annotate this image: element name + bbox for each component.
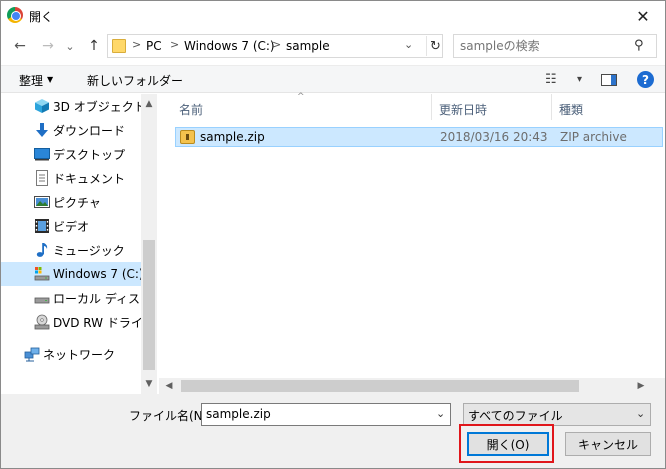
- dialog-footer: ファイル名(N): sample.zip ⌄ すべてのファイル ⌄ 開く(O) …: [1, 394, 665, 468]
- sidebar-item-pictures[interactable]: ピクチャ: [1, 190, 141, 214]
- view-options-icon[interactable]: ☷: [545, 72, 557, 87]
- address-dropdown-icon[interactable]: ⌄: [404, 38, 413, 51]
- scroll-right-icon[interactable]: ▶: [633, 378, 649, 394]
- back-button[interactable]: ←: [11, 37, 29, 55]
- sidebar-item-label: ローカル ディスク (D: [53, 291, 141, 306]
- sidebar-item-3d-objects[interactable]: 3D オブジェクト: [1, 94, 141, 118]
- sidebar-item-network[interactable]: ネットワーク: [1, 342, 141, 366]
- sidebar-item-dvd-drive[interactable]: DVD RW ドライブ (: [1, 310, 141, 334]
- column-header-name[interactable]: 名前: [179, 101, 203, 118]
- recent-locations-button[interactable]: ⌄: [61, 37, 79, 55]
- sidebar-item-label: 3D オブジェクト: [53, 99, 141, 114]
- cube-3d-icon: [34, 98, 50, 114]
- download-arrow-icon: [34, 122, 50, 138]
- sidebar-item-videos[interactable]: ビデオ: [1, 214, 141, 238]
- sidebar-item-label: ミュージック: [53, 243, 125, 258]
- table-row[interactable]: sample.zip 2018/03/16 20:43 ZIP archive: [175, 127, 663, 147]
- search-icon: ⚲: [634, 38, 644, 53]
- file-modified: 2018/03/16 20:43: [440, 130, 548, 144]
- filetype-value: すべてのファイル: [468, 409, 563, 423]
- scroll-up-icon[interactable]: ▲: [141, 96, 157, 112]
- folder-icon: [112, 39, 126, 53]
- sidebar-item-label: ネットワーク: [43, 347, 116, 362]
- open-button[interactable]: 開く(O): [467, 432, 549, 456]
- dvd-drive-icon: [34, 314, 50, 330]
- file-list-scroll-thumb[interactable]: [181, 380, 579, 392]
- breadcrumb-pc[interactable]: PC: [146, 39, 162, 53]
- open-file-dialog: 開く ✕ ← → ⌄ ↑ > PC > Windows 7 (C:) > sam…: [0, 0, 666, 469]
- command-toolbar: 整理 ▼ 新しいフォルダー ☷ ▾ ?: [1, 65, 665, 93]
- sidebar-item-label: Windows 7 (C:): [53, 267, 141, 281]
- filename-value: sample.zip: [206, 407, 271, 421]
- navigation-scroll-thumb[interactable]: [143, 240, 155, 370]
- close-button[interactable]: ✕: [621, 1, 665, 31]
- view-caret-icon[interactable]: ▾: [577, 74, 582, 85]
- filetype-dropdown-icon: ⌄: [636, 407, 646, 420]
- filename-dropdown-icon[interactable]: ⌄: [436, 407, 445, 420]
- sidebar-item-desktop[interactable]: デスクトップ: [1, 142, 141, 166]
- scroll-left-icon[interactable]: ◀: [161, 378, 177, 394]
- organize-button[interactable]: 整理: [19, 72, 43, 89]
- system-drive-icon: [34, 266, 50, 282]
- search-box[interactable]: ⚲: [453, 34, 657, 58]
- file-type: ZIP archive: [560, 130, 627, 144]
- document-icon: [34, 170, 50, 186]
- zip-file-icon: [180, 130, 195, 144]
- column-divider[interactable]: [431, 94, 432, 120]
- disk-drive-icon: [34, 290, 50, 306]
- help-icon[interactable]: ?: [637, 71, 654, 88]
- forward-button[interactable]: →: [39, 37, 57, 55]
- sidebar-item-label: ピクチャ: [53, 195, 101, 210]
- network-icon: [24, 346, 40, 362]
- desktop-icon: [34, 146, 50, 162]
- chrome-app-icon: [7, 7, 23, 23]
- picture-icon: [34, 194, 50, 210]
- title-bar: 開く ✕: [1, 1, 665, 31]
- breadcrumb-sample[interactable]: sample: [286, 39, 330, 53]
- sidebar-item-local-disk-d[interactable]: ローカル ディスク (D: [1, 286, 141, 310]
- file-list: ^ 名前 更新日時 種類 sample.zip 2018/03/16 20:43…: [159, 92, 665, 394]
- refresh-button[interactable]: ↻: [426, 36, 444, 56]
- navigation-vertical-scrollbar[interactable]: ▲ ▼: [141, 94, 157, 394]
- sidebar-item-windows7-drive[interactable]: Windows 7 (C:): [1, 262, 141, 286]
- column-header-modified[interactable]: 更新日時: [439, 101, 487, 118]
- music-note-icon: [34, 242, 50, 258]
- new-folder-button[interactable]: 新しいフォルダー: [87, 72, 183, 89]
- sidebar-item-label: ビデオ: [53, 219, 90, 234]
- preview-pane-icon[interactable]: [601, 74, 617, 86]
- breadcrumb-separator-icon: >: [170, 38, 180, 51]
- breadcrumb-separator-icon: >: [132, 38, 142, 51]
- filename-label: ファイル名(N):: [129, 409, 212, 423]
- sidebar-item-label: ドキュメント: [53, 171, 126, 186]
- file-list-horizontal-scrollbar[interactable]: ◀ ▶: [159, 378, 665, 394]
- window-title: 開く: [29, 10, 54, 24]
- scroll-down-icon[interactable]: ▼: [141, 376, 157, 392]
- video-icon: [34, 218, 50, 234]
- search-input[interactable]: [460, 38, 630, 54]
- sidebar-item-documents[interactable]: ドキュメント: [1, 166, 141, 190]
- filename-input[interactable]: sample.zip ⌄: [201, 403, 451, 426]
- up-folder-button[interactable]: ↑: [85, 37, 103, 55]
- sidebar-item-downloads[interactable]: ダウンロード: [1, 118, 141, 142]
- organize-caret-icon: ▼: [47, 75, 54, 84]
- column-divider[interactable]: [551, 94, 552, 120]
- sort-ascending-icon: ^: [297, 92, 305, 102]
- sidebar-item-music[interactable]: ミュージック: [1, 238, 141, 262]
- filetype-select[interactable]: すべてのファイル ⌄: [463, 403, 651, 426]
- breadcrumb-separator-icon: >: [272, 38, 282, 51]
- column-header-type[interactable]: 種類: [559, 101, 583, 118]
- sidebar-item-label: DVD RW ドライブ (: [53, 315, 141, 330]
- navigation-pane: 3D オブジェクト ダウンロード デスクトップ ドキュメント ピクチャ ビデオ …: [1, 94, 157, 394]
- breadcrumb-windows7[interactable]: Windows 7 (C:): [184, 39, 275, 53]
- sidebar-item-label: ダウンロード: [53, 123, 126, 138]
- file-name: sample.zip: [200, 130, 265, 144]
- cancel-button[interactable]: キャンセル: [565, 432, 651, 456]
- address-bar[interactable]: > PC > Windows 7 (C:) > sample ⌄ ↻: [107, 34, 443, 58]
- sidebar-item-label: デスクトップ: [53, 147, 126, 162]
